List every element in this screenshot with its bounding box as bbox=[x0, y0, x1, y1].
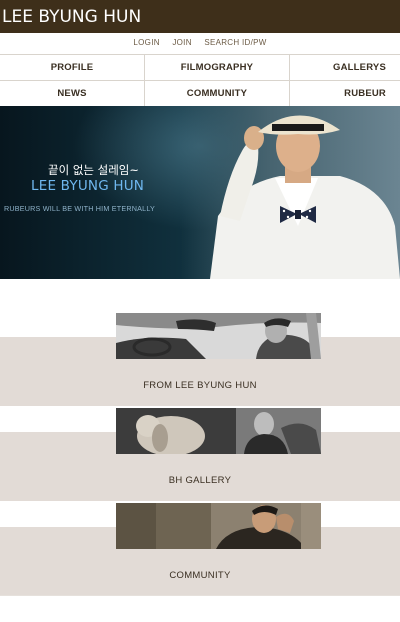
section-label[interactable]: FROM LEE BYUNG HUN bbox=[0, 380, 400, 391]
hero-banner: 끝이 없는 설레임~ LEE BYUNG HUN RUBEURS WILL BE… bbox=[0, 106, 400, 279]
site-logo[interactable]: LEE BYUNG HUN bbox=[2, 7, 141, 27]
nav-row: PROFILE FILMOGRAPHY GALLERYS bbox=[0, 55, 400, 81]
join-link[interactable]: JOIN bbox=[172, 36, 191, 47]
nav-item-gallerys[interactable]: GALLERYS bbox=[290, 55, 400, 80]
nav-row: NEWS COMMUNITY RUBEUR bbox=[0, 81, 400, 107]
nav-item-filmography[interactable]: FILMOGRAPHY bbox=[145, 55, 290, 80]
section-label[interactable]: BH GALLERY bbox=[0, 475, 400, 486]
nav-item-community[interactable]: COMMUNITY bbox=[145, 81, 290, 106]
banner-title: LEE BYUNG HUN bbox=[31, 178, 145, 194]
main-nav: PROFILE FILMOGRAPHY GALLERYS NEWS COMMUN… bbox=[0, 54, 400, 107]
actor-photo bbox=[180, 106, 400, 279]
banner-korean-text: 끝이 없는 설레임~ bbox=[48, 163, 140, 177]
nav-item-gallerys-label: GALLERYS bbox=[333, 62, 386, 73]
section-label[interactable]: COMMUNITY bbox=[0, 570, 400, 581]
nav-item-rubeur-label: RUBEUR bbox=[344, 88, 386, 99]
nav-item-news[interactable]: NEWS bbox=[0, 81, 145, 106]
site-header: LEE BYUNG HUN bbox=[0, 0, 400, 33]
footer-divider bbox=[0, 595, 400, 596]
section-thumbnail[interactable] bbox=[116, 503, 321, 549]
section-thumbnail[interactable] bbox=[116, 313, 321, 359]
section-thumbnail[interactable] bbox=[116, 408, 321, 454]
login-link[interactable]: LOGIN bbox=[133, 36, 159, 47]
search-id-pw-link[interactable]: SEARCH ID/PW bbox=[204, 36, 266, 47]
nav-item-rubeur[interactable]: RUBEUR bbox=[290, 81, 400, 106]
nav-item-profile[interactable]: PROFILE bbox=[0, 55, 145, 80]
banner-subtitle: RUBEURS WILL BE WITH HIM ETERNALLY bbox=[4, 204, 155, 213]
utility-links: LOGIN JOIN SEARCH ID/PW bbox=[0, 36, 400, 52]
